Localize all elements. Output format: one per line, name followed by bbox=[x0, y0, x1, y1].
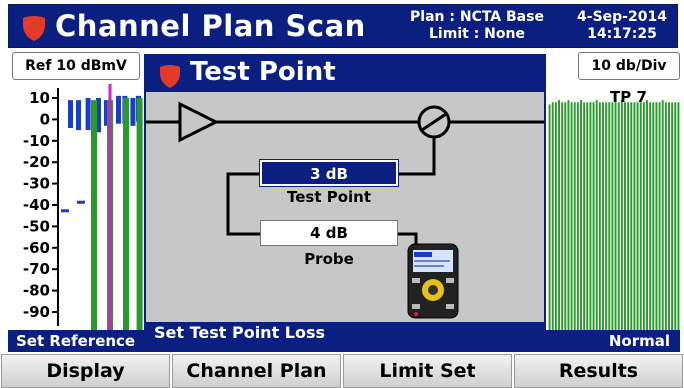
y-tick-label: 10 bbox=[29, 89, 50, 107]
time-label: 14:17:25 bbox=[587, 26, 657, 42]
channel-bar-green bbox=[586, 102, 589, 332]
channel-bar-green bbox=[583, 102, 586, 332]
y-tick-label: 0 bbox=[40, 110, 50, 128]
channel-bar-green bbox=[589, 102, 592, 332]
shield-logo-icon bbox=[160, 65, 180, 88]
y-axis-ticks: 10 0 -10 -20 -30 -40 -50 -60 -70 -80 -90 bbox=[23, 89, 58, 321]
channel-bar-green bbox=[652, 102, 655, 332]
right-bars bbox=[548, 100, 680, 332]
channel-bar-green bbox=[611, 102, 614, 332]
amplifier-icon bbox=[178, 101, 220, 143]
y-tick-label: -20 bbox=[23, 153, 50, 171]
channel-bar-green bbox=[573, 102, 576, 332]
plan-label: Plan : NCTA Base bbox=[410, 9, 544, 25]
limit-set-softkey[interactable]: Limit Set bbox=[343, 354, 512, 388]
channel-bar-green bbox=[668, 102, 670, 332]
limit-label: Limit : None bbox=[429, 26, 525, 42]
channel-bar-green bbox=[551, 102, 554, 332]
y-tick-label: -80 bbox=[23, 282, 50, 300]
plan-info: Plan : NCTA Base Limit : None bbox=[395, 9, 559, 43]
channel-bar-green bbox=[633, 102, 636, 332]
date-time: 4-Sep-2014 14:17:25 bbox=[567, 9, 677, 43]
channel-bar-green bbox=[617, 102, 620, 332]
channel-bar-green bbox=[639, 102, 642, 332]
channel-bar-green bbox=[630, 102, 633, 332]
channel-bar-green bbox=[136, 98, 143, 332]
softkey-bar: Display Channel Plan Limit Set Results bbox=[0, 354, 684, 388]
channel-bar-green bbox=[671, 102, 674, 332]
test-point-loss-field[interactable]: 3 dB bbox=[259, 159, 399, 187]
dialog-title-bar: Test Point bbox=[146, 56, 544, 92]
channel-plan-softkey[interactable]: Channel Plan bbox=[172, 354, 341, 388]
page-title: Channel Plan Scan bbox=[55, 9, 366, 43]
channel-bar-green bbox=[655, 102, 658, 332]
channel-bar-green bbox=[636, 102, 639, 332]
channel-bar-green bbox=[658, 102, 661, 332]
dialog-footer: Set Test Point Loss bbox=[146, 322, 544, 344]
channel-bar-green bbox=[620, 100, 623, 332]
channel-bar-green bbox=[608, 102, 611, 332]
channel-bar-green bbox=[661, 100, 664, 332]
channel-bar-green bbox=[561, 102, 564, 332]
channel-bar-blue bbox=[68, 100, 73, 128]
scale-button[interactable]: 10 db/Div bbox=[578, 52, 680, 80]
channel-bar-green bbox=[677, 102, 680, 332]
channel-bar-green bbox=[664, 102, 667, 332]
y-tick-label: -60 bbox=[23, 239, 50, 257]
channel-bar-green bbox=[595, 100, 598, 332]
channel-bar-green bbox=[602, 102, 604, 332]
channel-bar-green bbox=[642, 102, 645, 332]
test-point-diagram bbox=[146, 101, 544, 319]
dialog-title: Test Point bbox=[190, 57, 336, 87]
channel-bar-green bbox=[548, 104, 551, 332]
channel-bar-blue-low bbox=[77, 200, 85, 204]
channel-bar-green bbox=[576, 102, 579, 332]
marker-label: TP 7 bbox=[610, 88, 647, 106]
shield-logo-icon bbox=[23, 16, 45, 41]
status-left-text: Set Reference bbox=[16, 332, 136, 350]
y-tick-label: -90 bbox=[23, 303, 50, 321]
channel-bar-green bbox=[624, 102, 626, 332]
channel-bar-green bbox=[646, 100, 648, 332]
channel-bar-green bbox=[558, 100, 560, 332]
date-label: 4-Sep-2014 bbox=[577, 9, 667, 25]
channel-bar-blue bbox=[116, 95, 121, 124]
y-tick-label: -70 bbox=[23, 260, 50, 278]
channel-bar-green bbox=[598, 102, 601, 332]
channel-bar-green bbox=[554, 102, 557, 332]
channel-bar-green bbox=[564, 102, 567, 332]
channel-bar-green bbox=[627, 102, 630, 332]
channel-bar-green bbox=[649, 102, 652, 332]
title-bar: Channel Plan Scan Plan : NCTA Base Limit… bbox=[8, 4, 678, 48]
channel-bar-blue bbox=[76, 100, 81, 131]
channel-bar-blue-low bbox=[61, 209, 69, 213]
display-softkey[interactable]: Display bbox=[1, 354, 170, 388]
channel-bar-green bbox=[567, 100, 570, 332]
channel-bar-green bbox=[580, 100, 582, 332]
channel-bar-green bbox=[91, 100, 97, 332]
test-point-label: Test Point bbox=[286, 188, 372, 206]
y-tick-label: -10 bbox=[23, 132, 50, 150]
left-bars bbox=[61, 84, 143, 332]
meter-device-icon bbox=[407, 243, 459, 319]
reference-level-button[interactable]: Ref 10 dBmV bbox=[12, 52, 140, 80]
channel-bar-blue bbox=[85, 98, 91, 131]
probe-label: Probe bbox=[304, 250, 354, 268]
y-tick-label: -50 bbox=[23, 217, 50, 235]
channel-bar-blue bbox=[130, 98, 136, 126]
y-tick-label: -30 bbox=[23, 175, 50, 193]
y-tick-label: -40 bbox=[23, 196, 50, 214]
channel-bar-green bbox=[674, 102, 677, 332]
channel-bar-green bbox=[123, 98, 129, 332]
test-point-dialog: Test Point 3 dB Test Point 4 dB Probe Se… bbox=[144, 54, 546, 346]
channel-bar-green bbox=[605, 102, 608, 332]
channel-bar-green bbox=[592, 102, 595, 332]
results-softkey[interactable]: Results bbox=[514, 354, 683, 388]
status-right-text: Normal bbox=[608, 332, 670, 350]
channel-bar-green bbox=[614, 102, 617, 332]
channel-bar-green bbox=[570, 102, 573, 332]
probe-loss-field[interactable]: 4 dB bbox=[260, 220, 398, 246]
